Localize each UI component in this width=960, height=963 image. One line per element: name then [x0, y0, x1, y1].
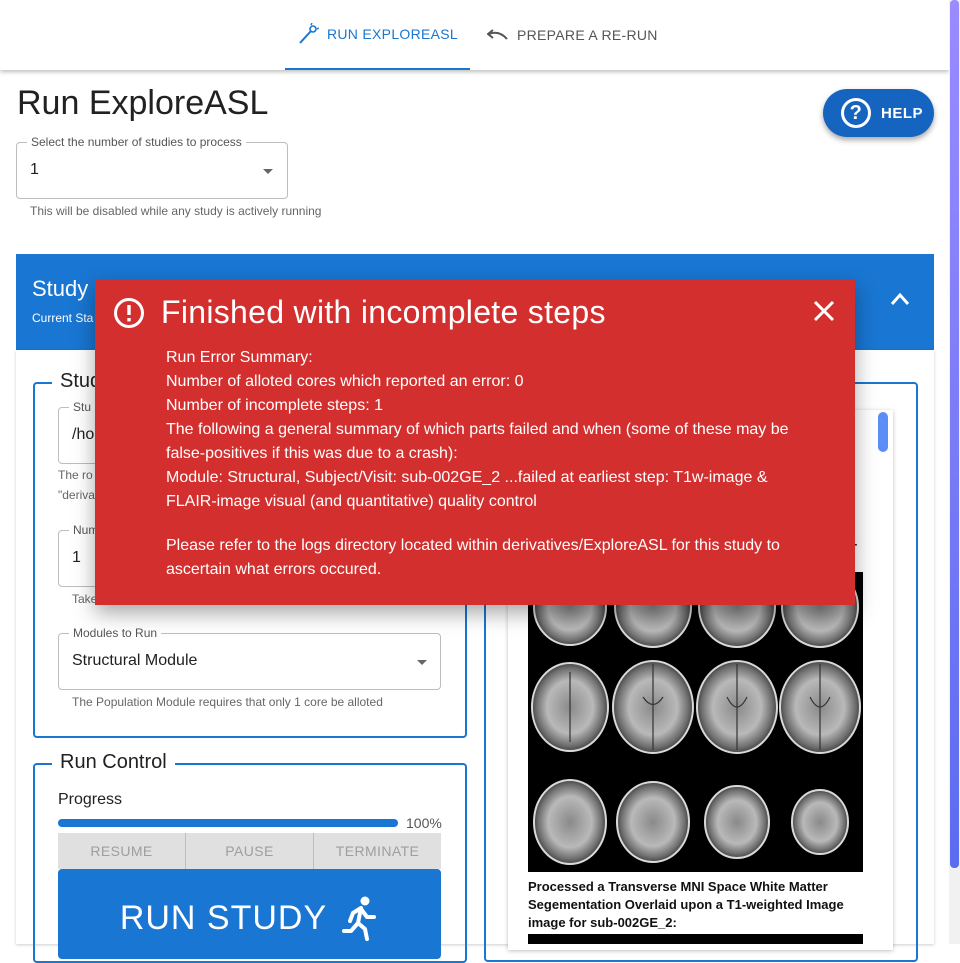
error-summary-line: The following a general summary of which… [166, 421, 789, 462]
modules-helper: The Population Module requires that only… [72, 695, 383, 709]
image-caption: Processed a Transverse MNI Space White M… [528, 879, 844, 930]
second-brain-image [528, 934, 863, 944]
modules-value: Structural Module [72, 652, 198, 669]
image-panel-scrollbar[interactable] [878, 412, 888, 452]
pause-button[interactable]: PAUSE [186, 833, 314, 869]
error-dialog: Finished with incomplete steps Run Error… [95, 280, 855, 605]
tab-run-exploreasl[interactable]: RUN EXPLOREASL [285, 0, 470, 70]
progress-bar-fill [58, 819, 398, 827]
study-path-helper-2: "deriva [58, 488, 95, 502]
error-dialog-footer: Please refer to the logs directory locat… [166, 537, 780, 578]
error-dialog-body: Run Error Summary: Number of alloted cor… [166, 346, 806, 582]
wand-icon [299, 23, 319, 44]
tab-label: RUN EXPLOREASL [326, 26, 459, 42]
resume-button[interactable]: RESUME [58, 833, 186, 869]
page-title: Run ExploreASL [17, 84, 269, 122]
error-summary-line: Module: Structural, Subject/Visit: sub-0… [166, 469, 768, 510]
cores-helper: Take [72, 592, 98, 606]
study-path-helper-1: The ro [58, 468, 93, 482]
error-summary-line: Run Error Summary: [166, 349, 313, 366]
running-person-icon [342, 896, 377, 941]
progress-percent: 100% [406, 815, 442, 831]
study-status: Current Sta [32, 311, 94, 325]
chevron-down-icon[interactable] [263, 169, 273, 174]
run-control-title: Run Control [52, 751, 175, 774]
help-circle-icon: ? [841, 98, 871, 128]
studies-select-value: 1 [30, 161, 39, 178]
page-scrollbar[interactable] [949, 0, 960, 944]
chevron-up-icon[interactable] [890, 292, 910, 306]
alert-circle-icon [114, 297, 144, 328]
terminate-button[interactable]: TERMINATE [314, 833, 441, 869]
studies-select-label: Select the number of studies to process [31, 135, 242, 149]
cores-value: 1 [72, 549, 81, 566]
studies-select-helper: This will be disabled while any study is… [30, 204, 322, 218]
brain-slices-image [528, 572, 863, 872]
error-dialog-title: Finished with incomplete steps [161, 294, 606, 330]
error-summary-line: Number of alloted cores which reported a… [166, 373, 524, 390]
scrollbar-thumb[interactable] [950, 0, 959, 868]
tab-prepare-rerun[interactable]: PREPARE A RE-RUN [487, 0, 658, 70]
study-path-value: /ho [72, 426, 95, 443]
run-control-buttons: RESUME PAUSE TERMINATE [58, 833, 441, 869]
close-icon[interactable] [811, 298, 837, 324]
study-path-label: Stu [73, 400, 92, 414]
run-study-label: RUN STUDY [119, 899, 328, 937]
chevron-down-icon[interactable] [417, 660, 427, 665]
modules-label: Modules to Run [73, 626, 158, 640]
study-title: Study [32, 276, 89, 301]
undo-icon [487, 29, 508, 40]
top-tab-bar: RUN EXPLOREASL PREPARE A RE-RUN [0, 0, 949, 70]
help-button[interactable]: ? HELP [823, 89, 934, 137]
error-dialog-header: Finished with incomplete steps [113, 294, 606, 331]
progress-label: Progress [58, 791, 123, 808]
error-summary-line: Number of incomplete steps: 1 [166, 397, 383, 414]
run-study-button[interactable]: RUN STUDY [58, 869, 441, 959]
studies-count-select[interactable]: Select the number of studies to process [16, 135, 288, 199]
progress-bar [58, 819, 398, 827]
tab-label: PREPARE A RE-RUN [517, 27, 658, 43]
help-label: HELP [881, 104, 924, 122]
